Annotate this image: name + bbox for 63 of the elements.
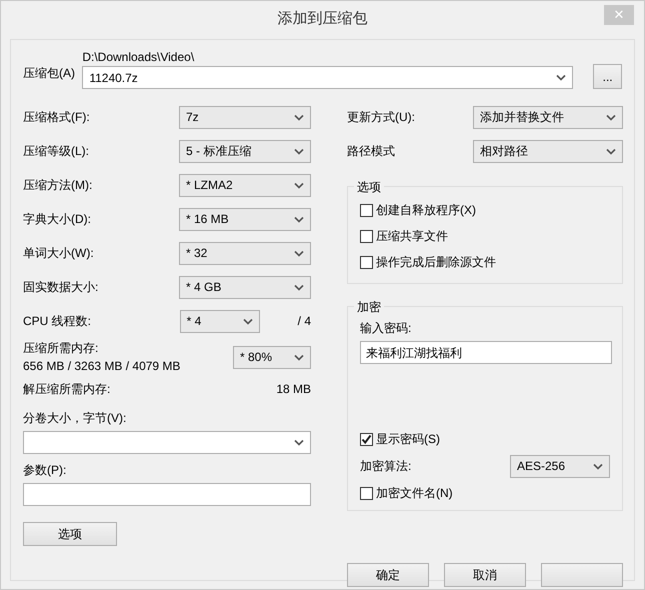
dropdown[interactable]: * 80% (233, 346, 311, 368)
memory-value: 18 MB (276, 381, 311, 398)
field-label: 更新方式(U): (347, 109, 415, 126)
parameters-field[interactable] (23, 483, 311, 506)
field-label: 路径模式 (347, 143, 395, 160)
options-button[interactable]: 选项 (23, 522, 117, 546)
chevron-down-icon (606, 114, 616, 120)
field-label: 单词大小(W): (23, 245, 94, 262)
checkbox[interactable] (360, 486, 373, 500)
chevron-down-icon (294, 439, 304, 446)
chevron-down-icon (593, 462, 603, 470)
field-label: 参数(P): (23, 462, 68, 479)
field-label: 压缩所需内存: (23, 340, 100, 357)
chevron-down-icon (294, 284, 304, 290)
dialog-button[interactable]: 确定 (347, 563, 429, 587)
field-label: 压缩等级(L): (23, 143, 89, 160)
chevron-down-icon (556, 74, 566, 81)
field-label: 压缩方法(M): (23, 177, 92, 194)
memory-usage: 656 MB / 3263 MB / 4079 MB (23, 358, 180, 375)
checkbox-label[interactable]: 显示密码(S) (376, 430, 440, 448)
chevron-down-icon (294, 216, 304, 222)
checkbox[interactable] (360, 230, 373, 242)
checkbox-label[interactable]: 创建自释放程序(X) (376, 201, 476, 219)
field-label: 加密算法: (360, 458, 412, 475)
checkbox[interactable] (360, 432, 373, 446)
field-label: 分卷大小，字节(V): (23, 410, 128, 427)
checkbox-label[interactable]: 加密文件名(N) (376, 484, 453, 502)
field-label: 解压缩所需内存: (23, 381, 110, 398)
group-title: 选项 (354, 178, 384, 196)
chevron-down-icon (294, 354, 304, 360)
dropdown[interactable]: * 32 (179, 242, 311, 264)
checkbox[interactable] (360, 204, 373, 216)
chevron-down-icon (294, 182, 304, 188)
checkbox-label[interactable]: 压缩共享文件 (376, 227, 448, 245)
dropdown[interactable]: AES-256 (510, 454, 610, 478)
thread-count: / 4 (298, 313, 311, 330)
dropdown[interactable]: * LZMA2 (179, 174, 311, 196)
field-label: 字典大小(D): (23, 211, 91, 228)
dropdown[interactable]: * 4 (180, 310, 260, 332)
dropdown[interactable]: * 16 MB (179, 208, 311, 230)
password-field[interactable]: 来福利江湖找福利 (360, 341, 612, 364)
chevron-down-icon (294, 148, 304, 154)
path-text: D:\Downloads\Video\ (82, 49, 196, 66)
chevron-down-icon (242, 318, 253, 324)
dropdown[interactable]: 添加并替换文件 (473, 106, 623, 128)
field-label: 压缩格式(F): (23, 109, 90, 126)
field-label: 固实数据大小: (23, 279, 98, 296)
chevron-down-icon (294, 114, 304, 120)
field-label: CPU 线程数: (23, 313, 92, 330)
dropdown[interactable]: * 4 GB (179, 276, 311, 298)
window-title: 添加到压缩包 (278, 8, 368, 29)
field-label: 压缩包(A) (23, 65, 76, 82)
dropdown[interactable]: 7z (179, 106, 311, 128)
checkbox[interactable] (360, 256, 373, 268)
chevron-down-icon (606, 148, 616, 154)
archive-name-field[interactable]: 11240.7z (82, 66, 574, 89)
field-label: 输入密码: (360, 320, 412, 337)
chevron-down-icon (294, 250, 304, 256)
checkbox-label[interactable]: 操作完成后删除源文件 (376, 253, 496, 271)
browse-button[interactable]: ... (593, 64, 622, 89)
dropdown[interactable]: 5 - 标准压缩 (179, 140, 311, 162)
dialog-button[interactable]: 取消 (444, 563, 526, 587)
dropdown[interactable]: 相对路径 (473, 140, 623, 162)
